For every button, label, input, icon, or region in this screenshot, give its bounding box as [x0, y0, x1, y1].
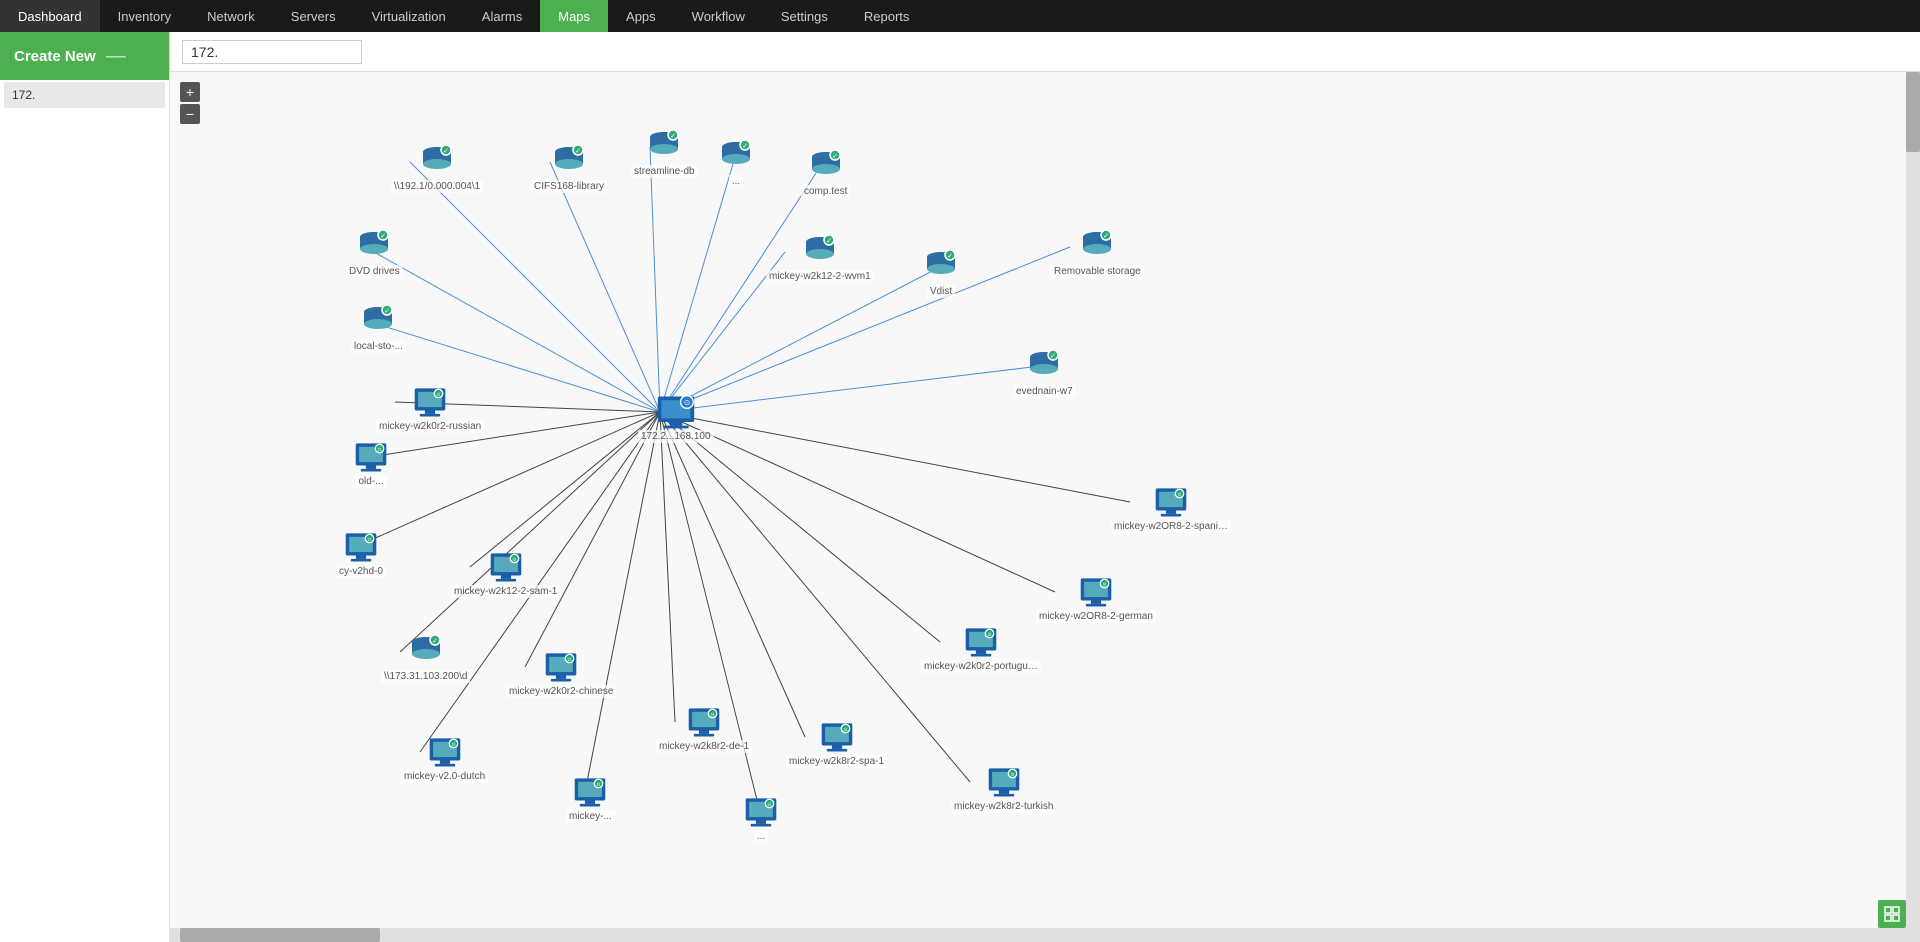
vertical-scrollbar-thumb[interactable]	[1906, 72, 1920, 152]
svg-text:⊙: ⊙	[1177, 492, 1181, 498]
center-node[interactable]: ⊙ 172.2...168.100	[638, 394, 714, 443]
main-map-area: × + − ⊙ 172.2...168.100 ✓ \\192.1/0.000.…	[170, 32, 1920, 942]
svg-text:⊙: ⊙	[1010, 772, 1014, 778]
map-node[interactable]: ⊙ mickey-w2OR8-2-german	[1036, 574, 1156, 623]
map-node[interactable]: ✓ evednain-w7	[1013, 349, 1076, 398]
map-node[interactable]: ✓ local-sto-...	[351, 304, 406, 353]
nav-item-virtualization[interactable]: Virtualization	[354, 0, 464, 32]
nav-item-network[interactable]: Network	[189, 0, 273, 32]
svg-text:✓: ✓	[432, 638, 438, 645]
nav-item-settings[interactable]: Settings	[763, 0, 846, 32]
map-node[interactable]: ✓ \\192.1/0.000.004\1	[391, 144, 483, 193]
svg-text:✓: ✓	[443, 148, 449, 155]
map-node[interactable]: ✓ ...	[716, 139, 756, 188]
create-new-dash: —	[106, 45, 126, 68]
svg-text:✓: ✓	[670, 133, 676, 140]
map-node[interactable]: ✓ comp.test	[801, 149, 850, 198]
svg-text:⊙: ⊙	[710, 712, 714, 718]
svg-text:✓: ✓	[1103, 233, 1109, 240]
svg-text:⊙: ⊙	[367, 537, 371, 543]
horizontal-scrollbar-thumb[interactable]	[180, 928, 380, 942]
sidebar-map-item[interactable]: 172.	[4, 82, 165, 108]
map-node[interactable]: ✓ Removable storage	[1051, 229, 1144, 278]
svg-text:⊙: ⊙	[568, 657, 572, 663]
map-node[interactable]: ⊙ mickey-w2k0r2-russian	[376, 384, 484, 433]
svg-text:⊙: ⊙	[451, 742, 455, 748]
map-node[interactable]: ✓ DVD drives	[346, 229, 403, 278]
svg-text:⊙: ⊙	[377, 447, 381, 453]
zoom-in-button[interactable]: +	[180, 82, 200, 102]
map-node[interactable]: ⊙ mickey-...	[566, 774, 615, 823]
nav-item-dashboard[interactable]: Dashboard	[0, 0, 100, 32]
create-new-button[interactable]: Create New —	[0, 32, 169, 80]
svg-text:✓: ✓	[742, 143, 748, 150]
map-node[interactable]: ✓ Vdist	[921, 249, 961, 298]
svg-text:✓: ✓	[947, 253, 953, 260]
map-node[interactable]: ⊙ mickey-w2k0r2-chinese	[506, 649, 616, 698]
nav-item-maps[interactable]: Maps	[540, 0, 608, 32]
nav-item-apps[interactable]: Apps	[608, 0, 674, 32]
map-node[interactable]: ⊙ cy-v2hd-0	[336, 529, 386, 578]
svg-text:✓: ✓	[1050, 353, 1056, 360]
map-node[interactable]: ⊙ ...	[741, 794, 781, 843]
map-node[interactable]: ✓ streamline-db	[631, 129, 698, 178]
top-navigation: DashboardInventoryNetworkServersVirtuali…	[0, 0, 1920, 32]
nav-item-workflow[interactable]: Workflow	[674, 0, 763, 32]
map-node[interactable]: ⊙ mickey-w2k8r2-de-1	[656, 704, 752, 753]
zoom-out-button[interactable]: −	[180, 104, 200, 124]
svg-text:⊙: ⊙	[436, 392, 440, 398]
zoom-controls: + −	[180, 82, 200, 124]
map-node[interactable]: ⊙ mickey-w2k8r2-turkish	[951, 764, 1056, 813]
sidebar: Create New — 172.	[0, 32, 170, 942]
map-expand-icon[interactable]	[1878, 900, 1906, 928]
vertical-scrollbar[interactable]	[1906, 72, 1920, 942]
nav-item-servers[interactable]: Servers	[273, 0, 354, 32]
map-node[interactable]: ⊙ old-...	[351, 439, 391, 488]
svg-text:⊙: ⊙	[512, 557, 516, 563]
svg-text:⊙: ⊙	[767, 802, 771, 808]
nav-item-alarms[interactable]: Alarms	[464, 0, 540, 32]
map-node[interactable]: ✓ \\173.31.103.200\d	[381, 634, 470, 683]
svg-text:⊙: ⊙	[684, 398, 690, 407]
map-canvas[interactable]: + − ⊙ 172.2...168.100 ✓ \\192.1/0.000.00…	[170, 72, 1920, 942]
svg-text:⊙: ⊙	[843, 727, 847, 733]
svg-text:⊙: ⊙	[597, 782, 601, 788]
map-node[interactable]: ✓ mickey-w2k12-2-wvm1	[766, 234, 874, 283]
svg-text:✓: ✓	[385, 308, 391, 315]
map-node[interactable]: ⊙ mickey-w2k0r2-portuguese	[921, 624, 1041, 673]
horizontal-scrollbar[interactable]	[170, 928, 1906, 942]
nav-item-inventory[interactable]: Inventory	[100, 0, 189, 32]
svg-text:✓: ✓	[826, 238, 832, 245]
map-node[interactable]: ✓ CIFS168-library	[531, 144, 607, 193]
map-title-input[interactable]	[182, 40, 362, 64]
nav-item-reports[interactable]: Reports	[846, 0, 928, 32]
map-node[interactable]: ⊙ mickey-w2k12-2-sam-1	[451, 549, 560, 598]
map-header: ×	[170, 32, 1920, 72]
svg-text:✓: ✓	[575, 148, 581, 155]
map-node[interactable]: ⊙ mickey-v2.0-dutch	[401, 734, 488, 783]
svg-text:⊙: ⊙	[1102, 582, 1106, 588]
create-new-label: Create New	[14, 48, 96, 65]
map-node[interactable]: ⊙ mickey-w2k8r2-spa-1	[786, 719, 887, 768]
svg-text:⊙: ⊙	[987, 632, 991, 638]
svg-text:✓: ✓	[380, 233, 386, 240]
sidebar-map-list: 172.	[0, 80, 169, 110]
map-node[interactable]: ⊙ mickey-w2OR8-2-spanish	[1111, 484, 1231, 533]
svg-text:✓: ✓	[832, 153, 838, 160]
